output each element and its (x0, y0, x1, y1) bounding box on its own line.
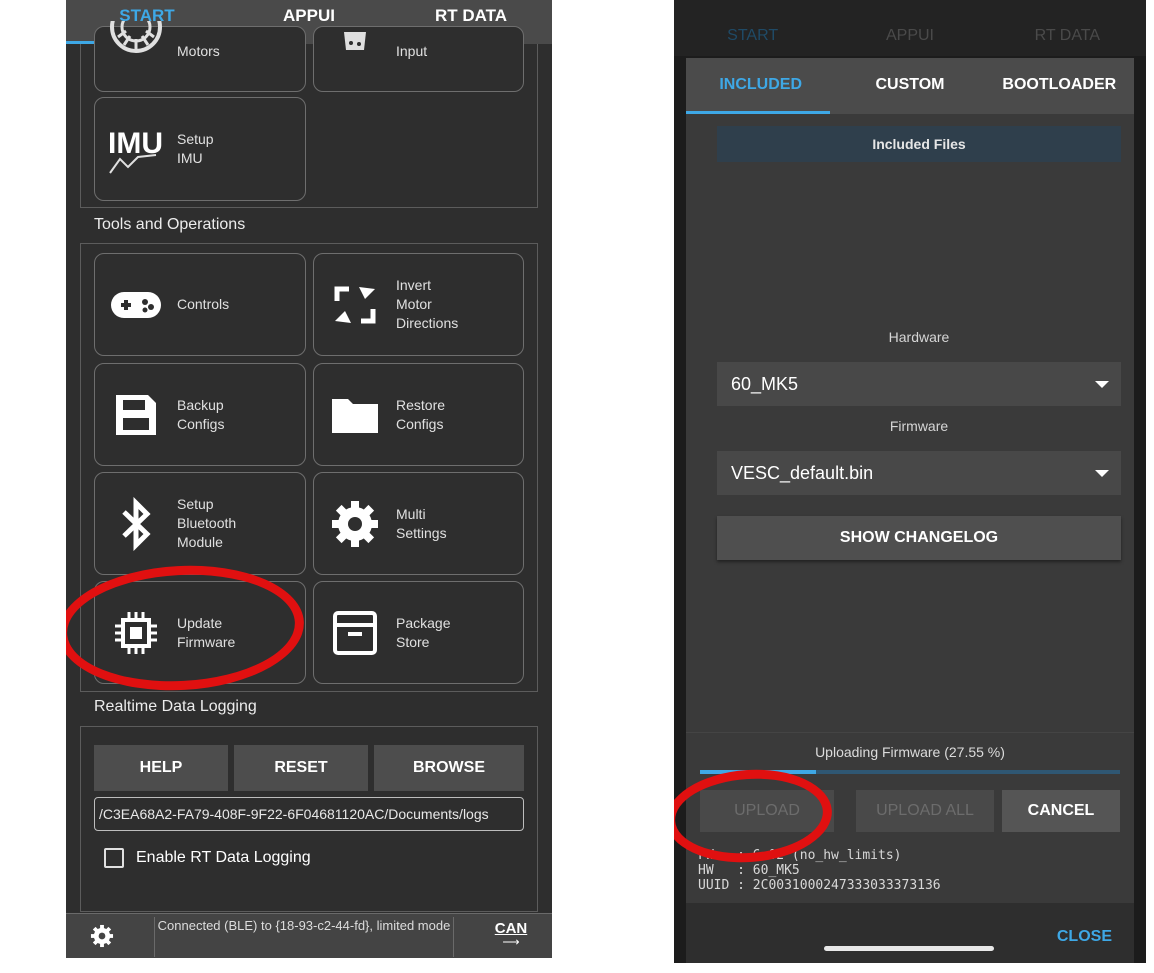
folder-icon (324, 384, 386, 446)
browse-button[interactable]: BROWSE (374, 745, 524, 791)
upload-progress-bar (700, 770, 1120, 774)
tile-update-firmware[interactable]: Update Firmware (94, 581, 306, 684)
bg-tab-appui: APPUI (885, 27, 934, 44)
save-icon (105, 384, 167, 446)
tile-label: Restore Configs (396, 396, 446, 432)
fw-info-line: FW : 6.02 (no_hw_limits) (698, 848, 902, 863)
tile-label: Update Firmware (177, 614, 236, 650)
enable-logging-label: Enable RT Data Logging (136, 849, 311, 866)
tile-package-store[interactable]: Package Store (313, 581, 524, 684)
bluetooth-icon (105, 493, 167, 555)
tools-section-title: Tools and Operations (94, 216, 246, 233)
gear-icon (324, 493, 386, 555)
motor-icon (105, 21, 167, 61)
tile-label: Setup IMU (177, 131, 214, 166)
tile-restore-configs[interactable]: Restore Configs (313, 363, 524, 466)
box-icon (324, 602, 386, 664)
tile-label: Motors (177, 43, 220, 59)
cancel-button[interactable]: CANCEL (1002, 790, 1120, 832)
bg-tab-rt-data: RT DATA (1034, 27, 1101, 44)
tile-setup-imu[interactable]: IMU Setup IMU (94, 97, 306, 201)
tile-label: Input (396, 43, 428, 59)
firmware-tab-indicator (686, 111, 830, 114)
left-phone-screen: START APPUI RT DATA Motors Input IMU Set… (66, 0, 552, 958)
settings-gear-icon[interactable] (90, 924, 114, 953)
right-phone-screen: START APPUI RT DATA INCLUDED CUSTOM BOOT… (674, 0, 1146, 963)
upload-all-button[interactable]: UPLOAD ALL (856, 790, 994, 832)
gamepad-icon (105, 274, 167, 336)
dropdown-caret-icon (1095, 381, 1109, 388)
connection-status-text: Connected (BLE) to {18-93-c2-44-fd}, lim… (154, 917, 454, 957)
show-changelog-button[interactable]: SHOW CHANGELOG (717, 516, 1121, 560)
input-icon (324, 21, 386, 61)
hw-info-line: HW : 60_MK5 (698, 863, 800, 878)
chip-icon (105, 602, 167, 664)
firmware-label: Firmware (889, 418, 949, 434)
tile-label: Setup Bluetooth Module (177, 496, 237, 550)
tile-backup-configs[interactable]: Backup Configs (94, 363, 306, 466)
imu-icon: IMU (105, 118, 167, 180)
upload-button[interactable]: UPLOAD (700, 790, 834, 832)
screenshot-stage: START APPUI RT DATA Motors Input IMU Set… (0, 0, 1154, 973)
home-indicator (824, 946, 994, 951)
enable-logging-checkbox[interactable] (104, 848, 124, 868)
hardware-label: Hardware (888, 329, 950, 345)
can-arrow-icon: ⟶ (502, 935, 520, 949)
tile-multi-settings[interactable]: Multi Settings (313, 472, 524, 575)
bg-tab-start: START (727, 27, 779, 44)
dropdown-caret-icon (1095, 470, 1109, 477)
tab-bootloader[interactable]: BOOTLOADER (985, 58, 1134, 114)
tile-motors[interactable]: Motors (94, 21, 306, 92)
hardware-select[interactable]: 60_MK5 (717, 362, 1121, 406)
upload-progress-fill (700, 770, 816, 774)
tab-included[interactable]: INCLUDED (686, 58, 835, 114)
firmware-value: VESC_default.bin (731, 462, 874, 483)
tile-label: Backup Configs (177, 396, 225, 432)
tile-label: Invert Motor Directions (396, 277, 459, 331)
tab-custom[interactable]: CUSTOM (835, 58, 984, 114)
firmware-dialog: INCLUDED CUSTOM BOOTLOADER Included File… (686, 58, 1134, 963)
tile-label: Controls (177, 296, 230, 312)
upload-progress-text: Uploading Firmware (27.55 %) (815, 744, 1005, 760)
firmware-select[interactable]: VESC_default.bin (717, 451, 1121, 495)
included-files-header: Included Files (717, 126, 1121, 162)
can-button[interactable]: CAN ⟶ (488, 920, 534, 949)
background-tab-bar: START APPUI RT DATA (674, 0, 1146, 56)
tile-label: Package Store (396, 614, 451, 650)
log-path-field[interactable]: /C3EA68A2-FA79-408F-9F22-6F04681120AC/Do… (94, 797, 524, 831)
tile-input[interactable]: Input (313, 26, 524, 92)
logging-section-title: Realtime Data Logging (94, 698, 257, 715)
tile-controls[interactable]: Controls (94, 253, 306, 356)
hardware-value: 60_MK5 (731, 373, 799, 394)
device-info-text: FW : 6.02 (no_hw_limits) HW : 60_MK5 UUID … (698, 848, 941, 893)
close-button[interactable]: CLOSE (1057, 928, 1112, 946)
help-button[interactable]: HELP (94, 745, 228, 791)
divider (686, 732, 1134, 733)
tile-setup-bluetooth-module[interactable]: Setup Bluetooth Module (94, 472, 306, 575)
enable-logging-row[interactable]: Enable RT Data Logging (104, 848, 311, 868)
firmware-tab-bar: INCLUDED CUSTOM BOOTLOADER (686, 58, 1134, 114)
invert-arrows-icon (324, 274, 386, 336)
uuid-info-line: UUID : 2C0031000247333033373136 (698, 878, 941, 893)
reset-button[interactable]: RESET (234, 745, 368, 791)
tile-label: Multi Settings (396, 505, 447, 541)
status-bar: Connected (BLE) to {18-93-c2-44-fd}, lim… (66, 913, 552, 958)
tile-invert-motor-directions[interactable]: Invert Motor Directions (313, 253, 524, 356)
